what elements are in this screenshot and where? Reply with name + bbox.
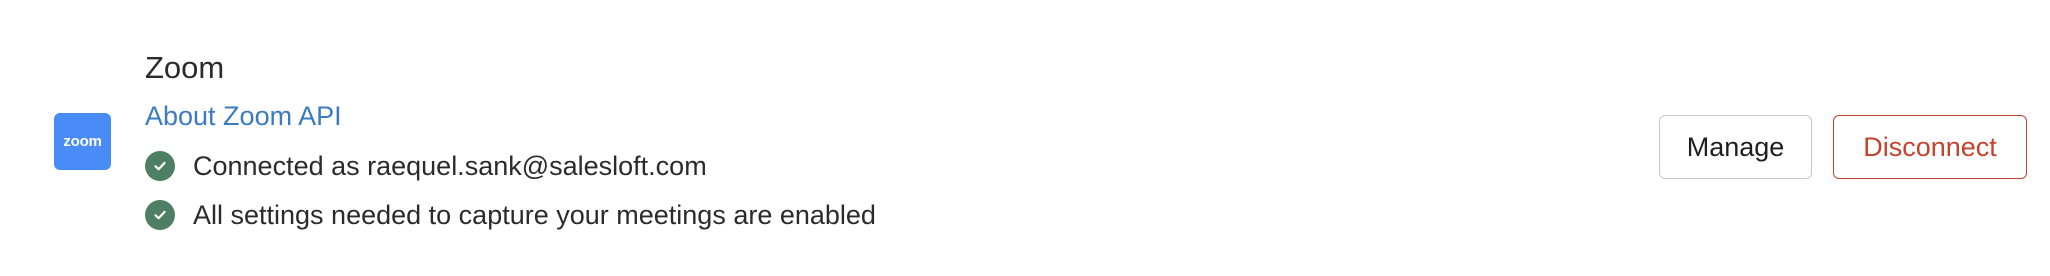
settings-status-text: All settings needed to capture your meet…: [193, 200, 876, 230]
check-circle-icon: [145, 200, 175, 230]
connection-status: Connected as raequel.sank@salesloft.com: [145, 148, 876, 184]
zoom-integration-row: zoom Zoom About Zoom API Connected as ra…: [0, 0, 2050, 276]
check-circle-icon: [145, 151, 175, 181]
integration-title: Zoom: [145, 50, 225, 85]
integration-details: Zoom About Zoom API Connected as raequel…: [145, 48, 876, 233]
settings-status: All settings needed to capture your meet…: [145, 197, 876, 233]
zoom-logo-text: zoom: [63, 133, 102, 150]
manage-button[interactable]: Manage: [1659, 115, 1812, 179]
zoom-logo-icon: zoom: [54, 113, 111, 170]
integration-actions: Manage Disconnect: [1659, 115, 2027, 179]
connection-status-text: Connected as raequel.sank@salesloft.com: [193, 151, 707, 181]
disconnect-button[interactable]: Disconnect: [1833, 115, 2027, 179]
about-zoom-api-link[interactable]: About Zoom API: [145, 98, 342, 134]
